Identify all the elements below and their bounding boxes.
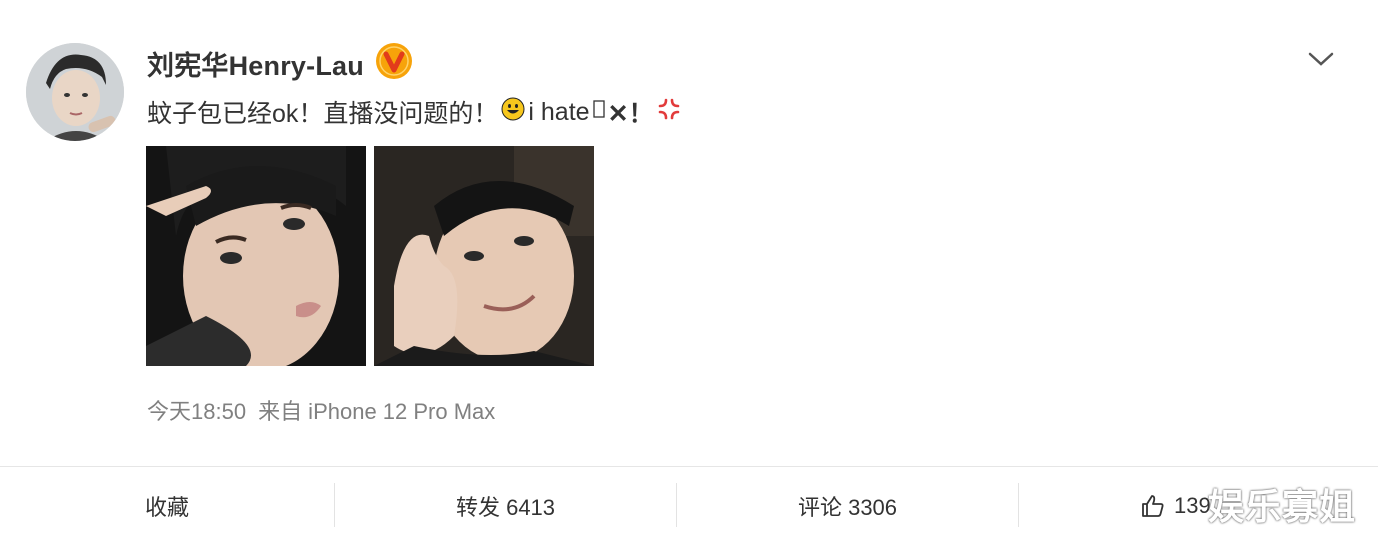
- author-name[interactable]: 刘宪华Henry-Lau: [147, 44, 364, 83]
- comment-label: 评论 3306: [797, 494, 898, 520]
- chevron-down-icon[interactable]: [1306, 48, 1336, 70]
- grinning-emoji-icon: [501, 97, 525, 128]
- thumbs-up-icon: [1140, 493, 1166, 519]
- post-meta: 今天18:50 来自 iPhone 12 Pro Max: [147, 394, 507, 426]
- verified-v-badge-icon: [376, 43, 412, 79]
- post-photo-1[interactable]: [146, 146, 366, 366]
- post-source: 来自 iPhone 12 Pro Max: [258, 399, 496, 424]
- watermark-text: 娱乐寡姐: [1208, 486, 1357, 527]
- post-timestamp[interactable]: 今天18:50: [147, 399, 246, 424]
- repost-button[interactable]: 转发 6413: [335, 467, 676, 544]
- like-count: 139: [1174, 492, 1211, 518]
- action-bar: 收藏 转发 6413 评论 3306 139: [0, 467, 1378, 544]
- post-text-main: 蚊子包已经ok！直播没问题的！: [147, 100, 499, 128]
- anger-symbol-icon: [657, 97, 681, 128]
- avatar[interactable]: [26, 43, 124, 141]
- favorite-label: 收藏: [144, 494, 189, 520]
- repost-label: 转发 6413: [455, 494, 556, 520]
- missing-glyph-box-icon: [592, 98, 605, 127]
- favorite-button[interactable]: 收藏: [0, 467, 334, 544]
- post-text-cross: ✕！: [607, 100, 654, 128]
- comment-button[interactable]: 评论 3306: [677, 467, 1018, 544]
- post-content: 蚊子包已经ok！直播没问题的！ i hate ✕！: [147, 94, 684, 130]
- post-photo-2[interactable]: [374, 146, 594, 366]
- weibo-post-card: 刘宪华Henry-Lau 蚊子包已经ok！直播没问题的！ i hate ✕！ 今…: [0, 0, 1378, 467]
- post-text-hate: i hate: [528, 97, 590, 126]
